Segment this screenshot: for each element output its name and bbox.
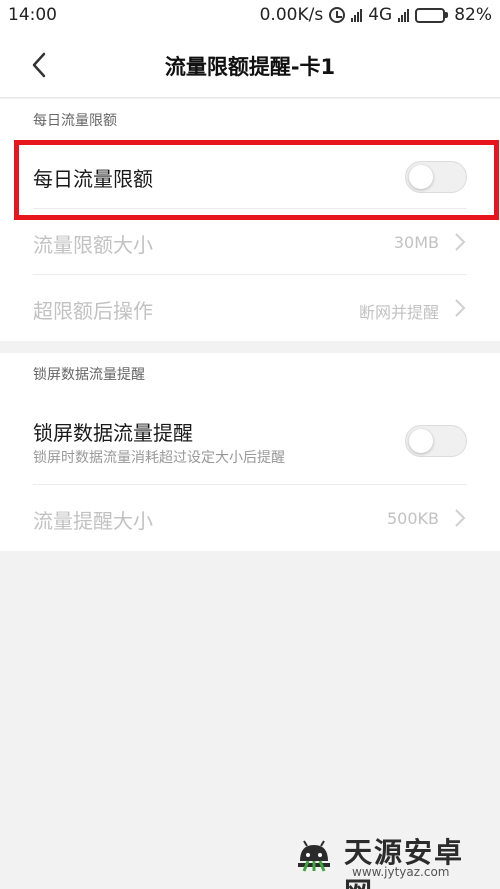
lockscreen-alert-row[interactable]: 锁屏数据流量提醒 锁屏时数据流量消耗超过设定大小后提醒 (33, 397, 467, 485)
row-label: 超限额后操作 (33, 299, 153, 323)
network-type: 4G (368, 5, 393, 25)
chevron-right-icon (455, 509, 466, 527)
row-label: 每日流量限额 (33, 167, 153, 191)
alert-size-row[interactable]: 流量提醒大小 500KB (33, 485, 467, 551)
alarm-icon (329, 7, 346, 23)
watermark: 天源安卓网 www.jytyaz.com (292, 823, 492, 889)
app-header: 流量限额提醒-卡1 (0, 32, 500, 98)
row-label: 锁屏数据流量提醒 (33, 421, 193, 445)
section-header: 每日流量限额 (33, 113, 117, 129)
section-lockscreen: 锁屏数据流量提醒 锁屏数据流量提醒 锁屏时数据流量消耗超过设定大小后提醒 流量提… (0, 353, 500, 551)
row-description: 锁屏时数据流量消耗超过设定大小后提醒 (33, 450, 285, 466)
android-logo-icon (298, 840, 330, 872)
signal-icon-2 (398, 8, 410, 22)
row-value: 30MB (393, 233, 439, 252)
page-title: 流量限额提醒-卡1 (164, 55, 336, 79)
battery-icon (415, 7, 449, 23)
status-icons: 0.00K/s 4G 82% (260, 5, 492, 25)
section-daily-limit: 每日流量限额 每日流量限额 流量限额大小 30MB 超限额后操作 断网并提醒 (0, 99, 500, 341)
status-time: 14:00 (8, 5, 57, 25)
switch-knob (409, 165, 433, 189)
row-value: 断网并提醒 (358, 303, 439, 322)
watermark-title: 天源安卓网 (344, 836, 465, 889)
row-label: 流量提醒大小 (33, 509, 153, 533)
section-header: 锁屏数据流量提醒 (33, 367, 145, 383)
watermark-url: www.jytyaz.com (352, 865, 450, 879)
battery-percent: 82% (454, 5, 492, 25)
network-speed: 0.00K/s (259, 5, 324, 25)
daily-limit-switch[interactable] (405, 161, 467, 193)
over-limit-action-row[interactable]: 超限额后操作 断网并提醒 (33, 275, 467, 341)
lockscreen-alert-switch[interactable] (405, 425, 467, 457)
daily-limit-toggle-row[interactable]: 每日流量限额 (33, 143, 467, 209)
switch-knob (409, 429, 433, 453)
row-value: 500KB (386, 509, 439, 528)
chevron-right-icon (455, 299, 466, 317)
row-label: 流量限额大小 (33, 233, 153, 257)
signal-icon (351, 8, 363, 22)
status-bar: 14:00 0.00K/s 4G 82% (0, 0, 500, 32)
chevron-right-icon (455, 233, 466, 251)
limit-size-row[interactable]: 流量限额大小 30MB (33, 209, 467, 275)
